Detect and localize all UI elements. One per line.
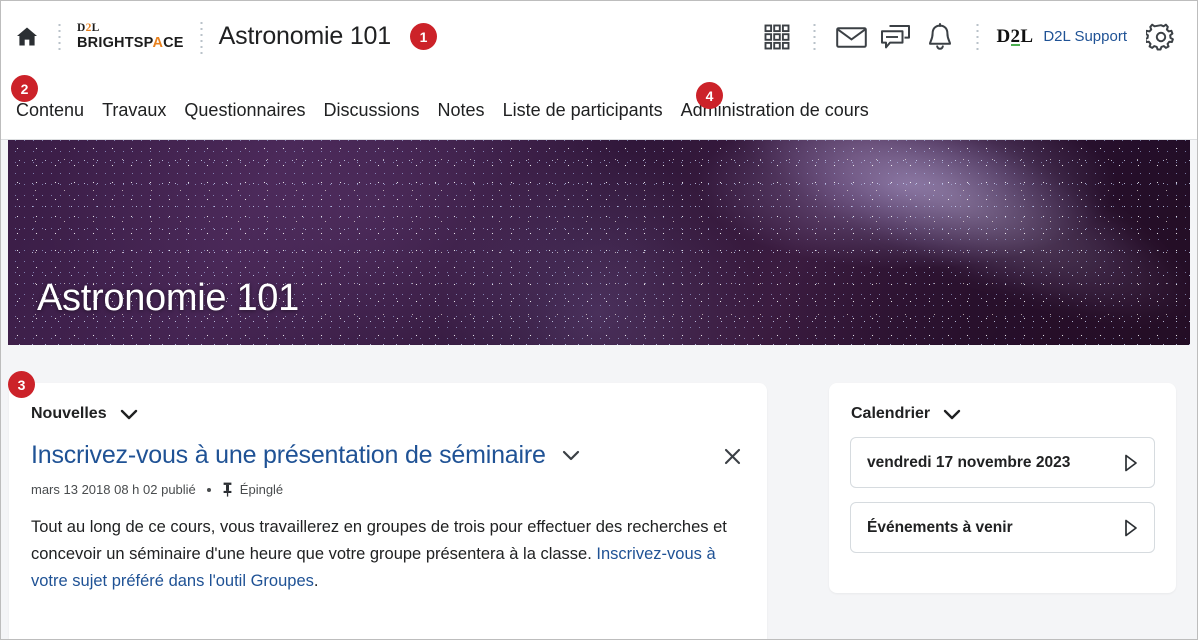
brightspace-course-homepage: D2L BRIGHTSPACE Astronomie 101 D2L D2L S…	[0, 0, 1198, 640]
course-nav-items: Contenu Travaux Questionnaires Discussio…	[1, 100, 878, 139]
sidebar-item-discussions[interactable]: Discussions	[315, 100, 429, 121]
news-body-text-2: .	[313, 571, 319, 590]
news-widget-header: Nouvelles	[9, 383, 767, 423]
calendar-row-date[interactable]: vendredi 17 novembre 2023	[850, 437, 1155, 488]
sidebar-item-travaux[interactable]: Travaux	[93, 100, 175, 121]
pin-icon	[222, 482, 233, 497]
play-triangle-icon	[1124, 519, 1138, 537]
news-item-body: Tout au long de ce cours, vous travaille…	[31, 514, 747, 595]
sidebar-item-liste-de-participants[interactable]: Liste de participants	[494, 100, 672, 121]
chevron-down-icon[interactable]	[562, 450, 580, 461]
sidebar-item-contenu[interactable]: Contenu	[10, 100, 93, 121]
callout-badge-2: 2	[11, 75, 38, 102]
brightspace-logo-d2l: D2L	[77, 22, 100, 34]
calendar-row-label: Événements à venir	[867, 518, 1013, 536]
top-header: D2L BRIGHTSPACE Astronomie 101 D2L D2L S…	[1, 1, 1197, 72]
callout-badge-3: 3	[8, 371, 35, 398]
chevron-down-icon[interactable]	[943, 409, 961, 420]
d2l-support-link[interactable]: D2L Support	[1043, 28, 1127, 45]
calendar-widget-header: Calendrier	[829, 383, 1176, 423]
news-item-date: mars 13 2018 08 h 02 publié	[31, 482, 196, 497]
gear-icon[interactable]	[1139, 15, 1183, 59]
page-title: Astronomie 101	[218, 22, 392, 50]
news-item-pin-label: Épinglé	[239, 482, 284, 497]
banner-course-title: Astronomie 101	[37, 277, 299, 319]
header-divider-2	[199, 19, 203, 54]
homepage-content: Nouvelles Inscrivez-vous à une présentat…	[1, 345, 1197, 639]
header-divider-4	[975, 21, 979, 52]
news-title-row: Inscrivez-vous à une présentation de sém…	[31, 441, 745, 470]
brightspace-wordmark: BRIGHTSPACE	[77, 34, 184, 51]
close-icon[interactable]	[719, 443, 745, 469]
callout-badge-4: 4	[696, 82, 723, 109]
mail-icon[interactable]	[830, 15, 874, 59]
play-triangle-icon	[1124, 454, 1138, 472]
news-item: Inscrivez-vous à une présentation de sém…	[9, 423, 767, 595]
course-nav-bar: Contenu Travaux Questionnaires Discussio…	[1, 72, 1197, 140]
waffle-grid-icon[interactable]	[755, 15, 799, 59]
header-divider-1	[58, 21, 61, 52]
news-item-meta: mars 13 2018 08 h 02 publié Épinglé	[31, 482, 745, 497]
header-left-group: D2L BRIGHTSPACE Astronomie 101	[1, 19, 392, 54]
sidebar-item-notes[interactable]: Notes	[429, 100, 494, 121]
news-widget-title: Nouvelles	[31, 405, 107, 422]
d2l-support-logo: D2L	[996, 25, 1034, 47]
sidebar-item-questionnaires[interactable]: Questionnaires	[175, 100, 314, 121]
chevron-down-icon[interactable]	[120, 409, 138, 420]
header-divider-3	[812, 21, 816, 52]
header-right-group: D2L D2L Support	[755, 15, 1198, 59]
chat-icon[interactable]	[874, 15, 918, 59]
calendar-widget: Calendrier vendredi 17 novembre 2023 Évé…	[829, 383, 1176, 593]
home-icon[interactable]	[10, 20, 44, 54]
news-widget: Nouvelles Inscrivez-vous à une présentat…	[9, 383, 767, 639]
brightspace-logo[interactable]: D2L BRIGHTSPACE	[75, 22, 186, 51]
course-banner-image: Astronomie 101	[8, 140, 1190, 345]
bell-icon[interactable]	[918, 15, 962, 59]
callout-badge-1: 1	[410, 23, 437, 50]
calendar-row-upcoming[interactable]: Événements à venir	[850, 502, 1155, 553]
calendar-row-label: vendredi 17 novembre 2023	[867, 453, 1071, 471]
news-item-title[interactable]: Inscrivez-vous à une présentation de sém…	[31, 441, 546, 470]
calendar-widget-title: Calendrier	[851, 405, 931, 422]
meta-separator-dot	[206, 487, 211, 492]
